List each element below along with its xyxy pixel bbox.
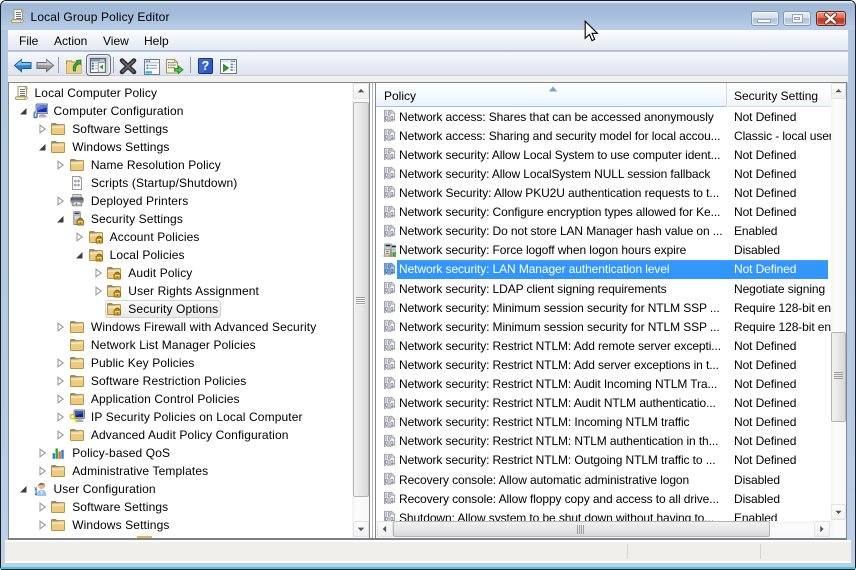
svg-text:?: ? [201, 59, 209, 73]
